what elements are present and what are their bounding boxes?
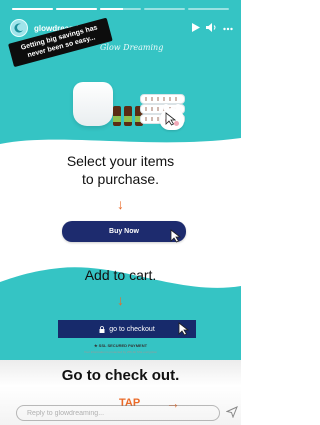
diffuser-image [73,82,113,126]
ssl-secured-label: ★ SSL SECURED PAYMENT [93,343,148,348]
reply-field[interactable] [16,405,220,421]
step1-line2: to purchase. [81,171,160,187]
progress-segment [56,8,97,10]
avatar[interactable] [10,19,28,37]
checkout-label: go to checkout [109,325,155,333]
down-arrow-icon: ↓ [117,292,124,308]
cursor-pointer-icon [170,229,182,243]
story-view[interactable]: glowdreaming 12m Glow Dreaming Getting b… [0,0,241,425]
security-fine-print: Your information is protected by 256-bit… [83,350,158,354]
story-progress [12,8,229,11]
play-icon[interactable] [192,22,200,34]
buy-now-button[interactable]: Buy Now [62,221,186,242]
more-icon[interactable] [223,23,233,33]
step3-text: Go to check out. [61,367,180,384]
progress-segment [188,8,229,10]
brand-moon-icon [14,23,23,33]
oil-bottle-image [113,106,121,126]
brand-logo: Glow Dreaming [100,43,164,52]
progress-segment [12,8,53,10]
go-to-checkout-button[interactable]: go to checkout [58,320,196,338]
cursor-pointer-icon [178,322,190,336]
send-icon[interactable] [226,406,238,418]
progress-segment [100,8,141,10]
lock-icon [99,325,105,333]
step1-line1: Select your items [66,153,175,169]
down-arrow-icon: ↓ [117,196,124,212]
reply-input[interactable] [25,408,209,418]
oil-bottle-image [124,106,132,126]
cursor-pointer-icon [165,112,177,126]
volume-icon[interactable] [206,22,217,34]
step2-text: Add to cart. [84,267,157,283]
progress-segment [144,8,185,10]
